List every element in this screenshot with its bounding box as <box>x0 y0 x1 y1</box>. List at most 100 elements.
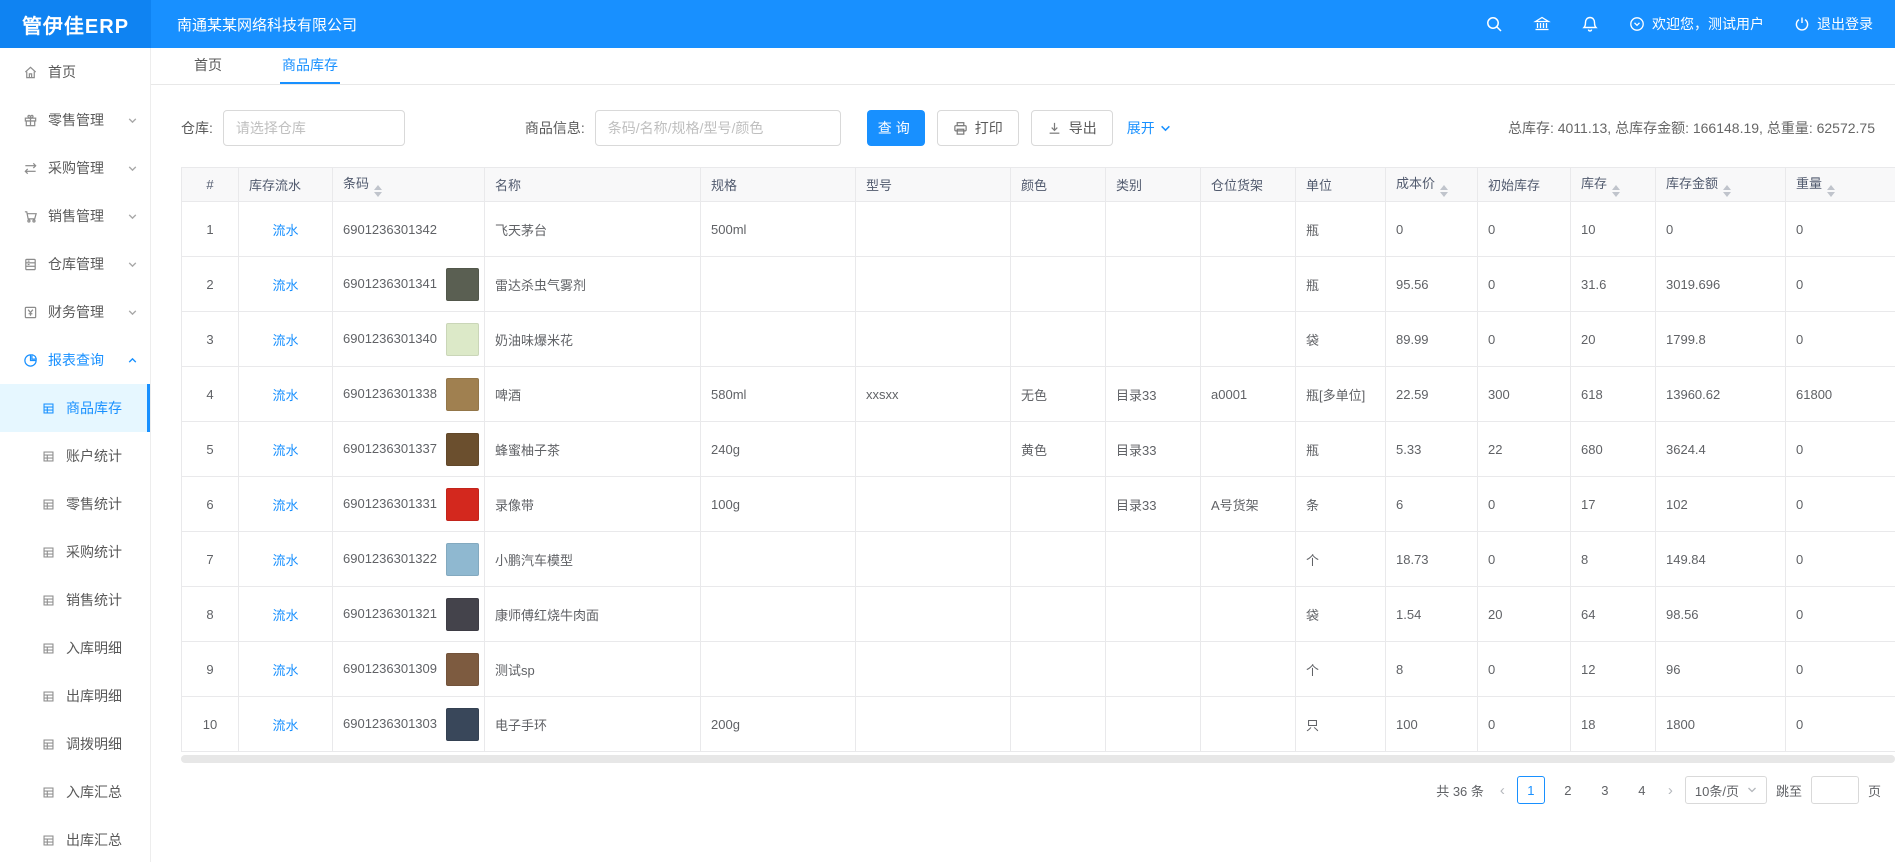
flow-link[interactable]: 流水 <box>272 223 298 238</box>
sidebar-item-5[interactable]: 财务管理 <box>0 288 150 336</box>
cell-flow: 流水 <box>239 642 333 697</box>
cell-index: 9 <box>182 642 239 697</box>
cell-index: 1 <box>182 202 239 257</box>
cell-spec <box>701 312 856 367</box>
column-label: 类别 <box>1116 178 1142 193</box>
cell-color <box>1011 257 1106 312</box>
cell-init_stock: 20 <box>1478 587 1571 642</box>
cell-stock: 64 <box>1571 587 1656 642</box>
column-header-cost[interactable]: 成本价 <box>1386 168 1478 202</box>
print-button[interactable]: 打印 <box>937 110 1019 146</box>
warehouse-select[interactable] <box>223 110 405 146</box>
column-label: # <box>206 177 213 192</box>
sidebar-subitem-4[interactable]: 销售统计 <box>0 576 150 624</box>
bell-icon[interactable] <box>1581 15 1599 33</box>
column-header-init_stock: 初始库存 <box>1478 168 1571 202</box>
flow-link[interactable]: 流水 <box>272 333 298 348</box>
product-info-input[interactable] <box>595 110 841 146</box>
flow-link[interactable]: 流水 <box>272 388 298 403</box>
column-header-stock_amount[interactable]: 库存金额 <box>1656 168 1786 202</box>
cell-init_stock: 0 <box>1478 257 1571 312</box>
sidebar-item-1[interactable]: 零售管理 <box>0 96 150 144</box>
sidebar-subitem-7[interactable]: 调拨明细 <box>0 720 150 768</box>
sort-icon[interactable] <box>1723 185 1731 197</box>
next-page-icon[interactable]: › <box>1665 783 1676 798</box>
cell-stock: 8 <box>1571 532 1656 587</box>
sidebar-subitem-2[interactable]: 零售统计 <box>0 480 150 528</box>
horizontal-scrollbar[interactable] <box>181 755 1895 763</box>
table-row: 2流水6901236301341雷达杀虫气雾剂瓶95.56031.63019.6… <box>182 257 1895 312</box>
cart-icon <box>23 209 39 224</box>
sidebar-subitem-label: 销售统计 <box>66 590 122 610</box>
page-button-3[interactable]: 3 <box>1591 776 1619 804</box>
column-header-barcode[interactable]: 条码 <box>333 168 485 202</box>
sidebar-item-4[interactable]: 仓库管理 <box>0 240 150 288</box>
app-logo: 管伊佳ERP <box>0 0 151 48</box>
bank-icon[interactable] <box>1533 15 1551 33</box>
column-label: 规格 <box>711 178 737 193</box>
sort-icon[interactable] <box>1440 185 1448 197</box>
column-header-weight[interactable]: 重量 <box>1786 168 1895 202</box>
sidebar-item-6[interactable]: 报表查询 <box>0 336 150 384</box>
cell-model <box>856 257 1011 312</box>
sidebar-item-2[interactable]: 采购管理 <box>0 144 150 192</box>
logout-button[interactable]: 退出登录 <box>1794 14 1873 34</box>
jump-page-input[interactable] <box>1811 776 1859 804</box>
flow-link[interactable]: 流水 <box>272 278 298 293</box>
product-thumbnail <box>446 543 479 576</box>
page-button-4[interactable]: 4 <box>1628 776 1656 804</box>
flow-link[interactable]: 流水 <box>272 443 298 458</box>
column-label: 型号 <box>866 178 892 193</box>
sidebar-subitem-1[interactable]: 账户统计 <box>0 432 150 480</box>
app-header: 管伊佳ERP 南通某某网络科技有限公司 欢迎您，测试用户 退出登录 <box>0 0 1895 48</box>
tab-home[interactable]: 首页 <box>192 48 224 84</box>
cell-name: 奶油味爆米花 <box>485 312 701 367</box>
sidebar-subitem-6[interactable]: 出库明细 <box>0 672 150 720</box>
flow-link[interactable]: 流水 <box>272 718 298 733</box>
cell-init_stock: 0 <box>1478 642 1571 697</box>
sort-icon[interactable] <box>374 185 382 197</box>
sort-icon[interactable] <box>1827 185 1835 197</box>
sidebar-item-0[interactable]: 首页 <box>0 48 150 96</box>
sidebar-subitem-8[interactable]: 入库汇总 <box>0 768 150 816</box>
export-button[interactable]: 导出 <box>1031 110 1113 146</box>
cell-shelf <box>1201 642 1296 697</box>
sidebar-item-3[interactable]: 销售管理 <box>0 192 150 240</box>
sidebar-subitem-5[interactable]: 入库明细 <box>0 624 150 672</box>
expand-link[interactable]: 展开 <box>1127 118 1171 138</box>
tab-product-stock[interactable]: 商品库存 <box>280 48 340 84</box>
page-button-2[interactable]: 2 <box>1554 776 1582 804</box>
column-header-stock[interactable]: 库存 <box>1571 168 1656 202</box>
flow-link[interactable]: 流水 <box>272 498 298 513</box>
flow-link[interactable]: 流水 <box>272 553 298 568</box>
search-button[interactable]: 查询 <box>867 110 925 146</box>
company-name: 南通某某网络科技有限公司 <box>177 14 357 35</box>
grid-icon <box>42 546 57 559</box>
column-header-unit: 单位 <box>1296 168 1386 202</box>
cell-cost: 100 <box>1386 697 1478 752</box>
sidebar-subitem-3[interactable]: 采购统计 <box>0 528 150 576</box>
filter-row: 仓库: 商品信息: 查询 打印 导出 展开 总库存: 4011.13, 总库存金… <box>181 110 1895 146</box>
product-thumbnail <box>446 268 479 301</box>
sort-icon[interactable] <box>1612 185 1620 197</box>
prev-page-icon[interactable]: ‹ <box>1497 783 1508 798</box>
cell-stock: 10 <box>1571 202 1656 257</box>
search-icon[interactable] <box>1485 15 1503 33</box>
cell-color <box>1011 202 1106 257</box>
sidebar-subitem-label: 商品库存 <box>66 398 122 418</box>
flow-link[interactable]: 流水 <box>272 663 298 678</box>
flow-link[interactable]: 流水 <box>272 608 298 623</box>
sidebar-subitem-0[interactable]: 商品库存 <box>0 384 150 432</box>
welcome-user[interactable]: 欢迎您，测试用户 <box>1629 14 1764 34</box>
cell-weight: 0 <box>1786 257 1895 312</box>
table-row: 10流水6901236301303电子手环200g只10001818000 <box>182 697 1895 752</box>
page-button-1[interactable]: 1 <box>1517 776 1545 804</box>
cell-flow: 流水 <box>239 367 333 422</box>
column-label: 库存金额 <box>1666 176 1718 191</box>
page-size-select[interactable]: 10条/页 <box>1685 776 1767 804</box>
cell-model <box>856 587 1011 642</box>
cell-cost: 1.54 <box>1386 587 1478 642</box>
sidebar-subitem-9[interactable]: 出库汇总 <box>0 816 150 862</box>
column-label: 单位 <box>1306 178 1332 193</box>
cell-index: 2 <box>182 257 239 312</box>
